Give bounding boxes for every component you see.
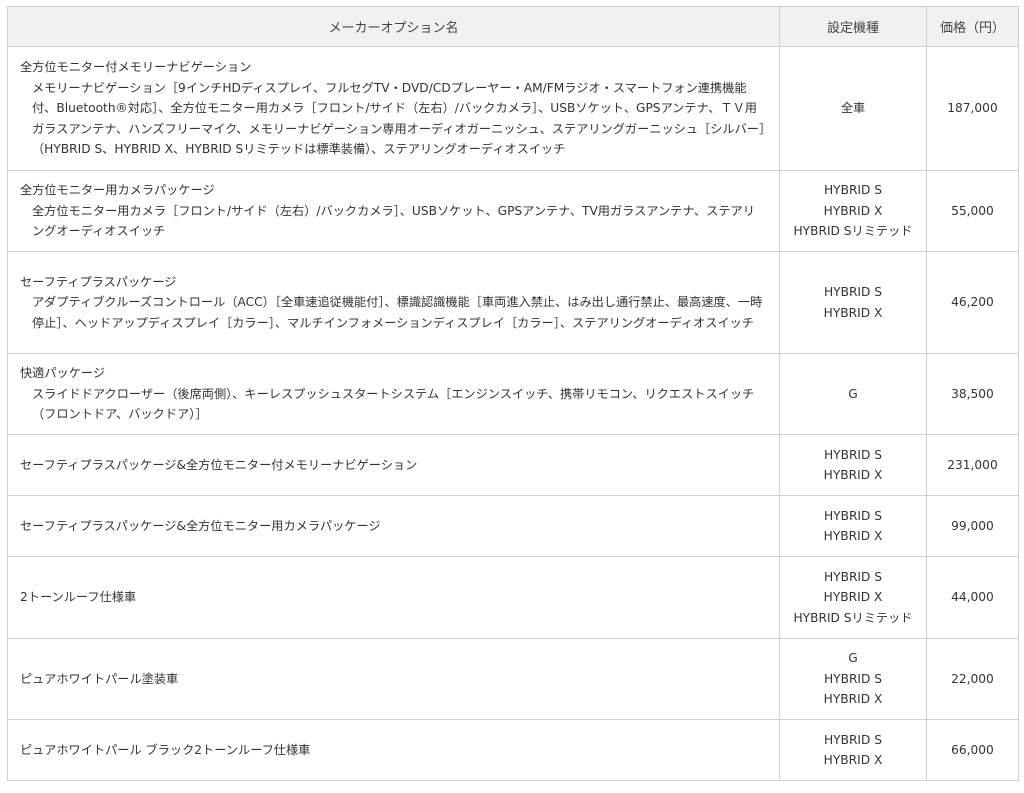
price-cell: 66,000: [926, 719, 1019, 781]
table-row: セーフティプラスパッケージ&全方位モニター用カメラパッケージ HYBRID S HY…: [7, 495, 1019, 557]
models-cell: G: [779, 353, 927, 435]
option-detail: スライドドアクローザー（後席両側）、キーレスプッシュスタートシステム［エンジンス…: [32, 386, 755, 422]
models-cell: HYBRID S HYBRID X: [779, 251, 927, 354]
price-cell: 55,000: [926, 170, 1019, 252]
table-row: セーフティプラスパッケージアダプティブクルーズコントロール（ACC）［全車速追従…: [7, 251, 1019, 354]
option-title: 全方位モニター用カメラパッケージ: [20, 183, 215, 198]
option-name-cell: 2トーンルーフ仕様車: [7, 556, 780, 639]
table-row: ピュアホワイトパール ブラック2トーンルーフ仕様車 HYBRID S HYBRID …: [7, 719, 1019, 781]
models-cell: HYBRID S HYBRID X HYBRID Sリミテッド: [779, 170, 927, 252]
option-title: 快適パッケージ: [20, 366, 106, 381]
price-cell: 231,000: [926, 434, 1019, 496]
price-cell: 187,000: [926, 46, 1019, 171]
option-detail: アダプティブクルーズコントロール（ACC）［全車速追従機能付］、標識認識機能［車…: [32, 295, 763, 330]
price-cell: 44,000: [926, 556, 1019, 639]
model-name: HYBRID X: [823, 590, 883, 605]
option-title: セーフティプラスパッケージ&全方位モニター用カメラパッケージ: [20, 518, 381, 533]
models-cell: 全車: [779, 46, 927, 171]
option-title: 2トーンルーフ仕様車: [20, 590, 137, 605]
option-name-cell: ピュアホワイトパール塗装車: [7, 638, 780, 720]
models-cell: G HYBRID S HYBRID X: [779, 638, 927, 720]
model-name: HYBRID X: [823, 468, 883, 482]
maker-option-table: メーカーオプション名 設定機種 価格（円） 全方位モニター付メモリーナビゲーショ…: [7, 6, 1019, 781]
option-name-cell: 全方位モニター用カメラパッケージ全方位モニター用カメラ［フロント/サイド（左右）…: [7, 170, 780, 252]
model-name: HYBRID X: [823, 203, 883, 218]
models-cell: HYBRID S HYBRID X: [779, 719, 927, 781]
option-name-cell: ピュアホワイトパール ブラック2トーンルーフ仕様車: [7, 719, 780, 781]
option-name-cell: セーフティプラスパッケージアダプティブクルーズコントロール（ACC）［全車速追従…: [7, 251, 780, 354]
header-price: 価格（円）: [926, 6, 1019, 47]
header-row: メーカーオプション名 設定機種 価格（円）: [7, 6, 1019, 47]
model-name: HYBRID X: [823, 692, 883, 707]
table-row: 快適パッケージスライドドアクローザー（後席両側）、キーレスプッシュスタートシステ…: [7, 353, 1019, 435]
model-name: HYBRID S: [823, 183, 883, 198]
option-title: セーフティプラスパッケージ&全方位モニター付メモリーナビゲーション: [20, 457, 418, 472]
model-name: HYBRID X: [823, 753, 883, 767]
models-cell: HYBRID S HYBRID X: [779, 495, 927, 557]
model-name: HYBRID S: [823, 285, 883, 299]
option-name-cell: 全方位モニター付メモリーナビゲーションメモリーナビゲーション［9インチHDディス…: [7, 46, 780, 171]
price-cell: 46,200: [926, 251, 1019, 354]
model-name: G: [848, 386, 858, 401]
table-body: 全方位モニター付メモリーナビゲーションメモリーナビゲーション［9インチHDディス…: [7, 46, 1019, 781]
option-name-cell: セーフティプラスパッケージ&全方位モニター付メモリーナビゲーション: [7, 434, 780, 496]
price-cell: 22,000: [926, 638, 1019, 720]
model-name: HYBRID S: [823, 732, 883, 747]
option-title: 全方位モニター付メモリーナビゲーション: [20, 60, 252, 75]
option-title: セーフティプラスパッケージ: [20, 274, 177, 289]
model-name: HYBRID S: [823, 447, 883, 462]
header-models: 設定機種: [779, 6, 927, 47]
model-name: HYBRID S: [823, 671, 883, 686]
header-option-name: メーカーオプション名: [7, 6, 780, 47]
price-cell: 99,000: [926, 495, 1019, 557]
model-name: HYBRID Sリミテッド: [793, 610, 913, 625]
option-title: ピュアホワイトパール塗装車: [20, 671, 179, 686]
option-detail: メモリーナビゲーション［9インチHDディスプレイ、フルセグTV・DVD/CDプレ…: [32, 80, 766, 157]
option-detail: 全方位モニター用カメラ［フロント/サイド（左右）/バックカメラ］、USBソケット…: [32, 203, 755, 239]
model-name: HYBRID S: [823, 569, 883, 584]
model-name: HYBRID S: [823, 508, 883, 523]
models-cell: HYBRID S HYBRID X: [779, 434, 927, 496]
table-row: 2トーンルーフ仕様車 HYBRID S HYBRID X HYBRID Sリミテッド 4…: [7, 556, 1019, 639]
option-name-cell: セーフティプラスパッケージ&全方位モニター用カメラパッケージ: [7, 495, 780, 557]
table-row: ピュアホワイトパール塗装車 G HYBRID S HYBRID X 22,000: [7, 638, 1019, 720]
option-name-cell: 快適パッケージスライドドアクローザー（後席両側）、キーレスプッシュスタートシステ…: [7, 353, 780, 435]
model-name: HYBRID Sリミテッド: [793, 224, 913, 239]
price-cell: 38,500: [926, 353, 1019, 435]
model-name: 全車: [840, 101, 866, 116]
models-cell: HYBRID S HYBRID X HYBRID Sリミテッド: [779, 556, 927, 639]
table-row: 全方位モニター用カメラパッケージ全方位モニター用カメラ［フロント/サイド（左右）…: [7, 170, 1019, 252]
table-header: メーカーオプション名 設定機種 価格（円）: [7, 6, 1019, 47]
model-name: G: [848, 651, 858, 666]
model-name: HYBRID X: [823, 305, 883, 320]
table-row: 全方位モニター付メモリーナビゲーションメモリーナビゲーション［9インチHDディス…: [7, 46, 1019, 171]
option-title: ピュアホワイトパール ブラック2トーンルーフ仕様車: [20, 742, 311, 757]
model-name: HYBRID X: [823, 529, 883, 543]
table-row: セーフティプラスパッケージ&全方位モニター付メモリーナビゲーション HYBRID …: [7, 434, 1019, 496]
